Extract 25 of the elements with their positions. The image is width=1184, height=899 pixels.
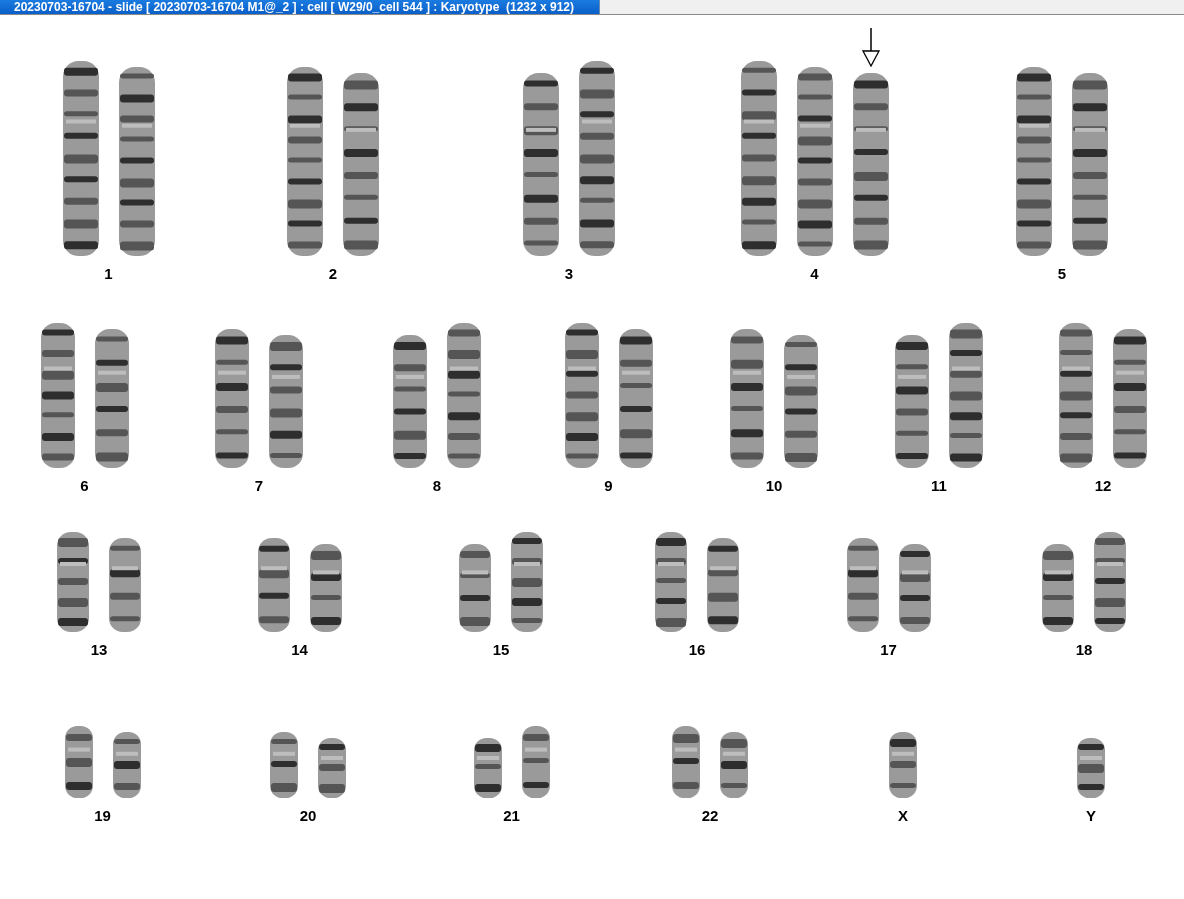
window-title: 20230703-16704 - slide [ 20230703-16704 M1@_2 ] : cell [ W29/0_cell 544 ] : Karyotype (1232 x 912)	[0, 0, 600, 14]
chromosome-label: 15	[492, 642, 510, 658]
chromosome-label: 10	[765, 478, 783, 494]
chromosome-label: 5	[1057, 266, 1067, 282]
chromosome-label: 3	[564, 266, 574, 282]
chromosome-label: 16	[688, 642, 706, 658]
chromosome-label: 6	[80, 478, 89, 494]
chromosome-label: 9	[604, 478, 613, 494]
chromosome-label: 21	[503, 808, 520, 824]
chromosome-label: 1	[104, 266, 113, 282]
chromosome-label: 8	[432, 478, 442, 494]
chromosome-label: 17	[880, 642, 897, 658]
chromosome-label: 13	[90, 642, 108, 658]
chromosome-label: X	[898, 808, 908, 824]
chromosome-label: Y	[1086, 808, 1096, 824]
chromosome-label: 19	[94, 808, 111, 824]
chromosome-label: 2	[328, 266, 338, 282]
chromosome-label: 11	[931, 478, 947, 494]
chromosome-label: 14	[291, 642, 308, 658]
chromosome-label: 4	[810, 266, 819, 282]
chromosome-label: 18	[1075, 642, 1093, 658]
chromosome-label: 20	[299, 808, 317, 824]
chromosome-label: 7	[254, 478, 264, 494]
chromosome-label: 12	[1094, 478, 1112, 494]
chromosome-label: 22	[701, 808, 719, 824]
